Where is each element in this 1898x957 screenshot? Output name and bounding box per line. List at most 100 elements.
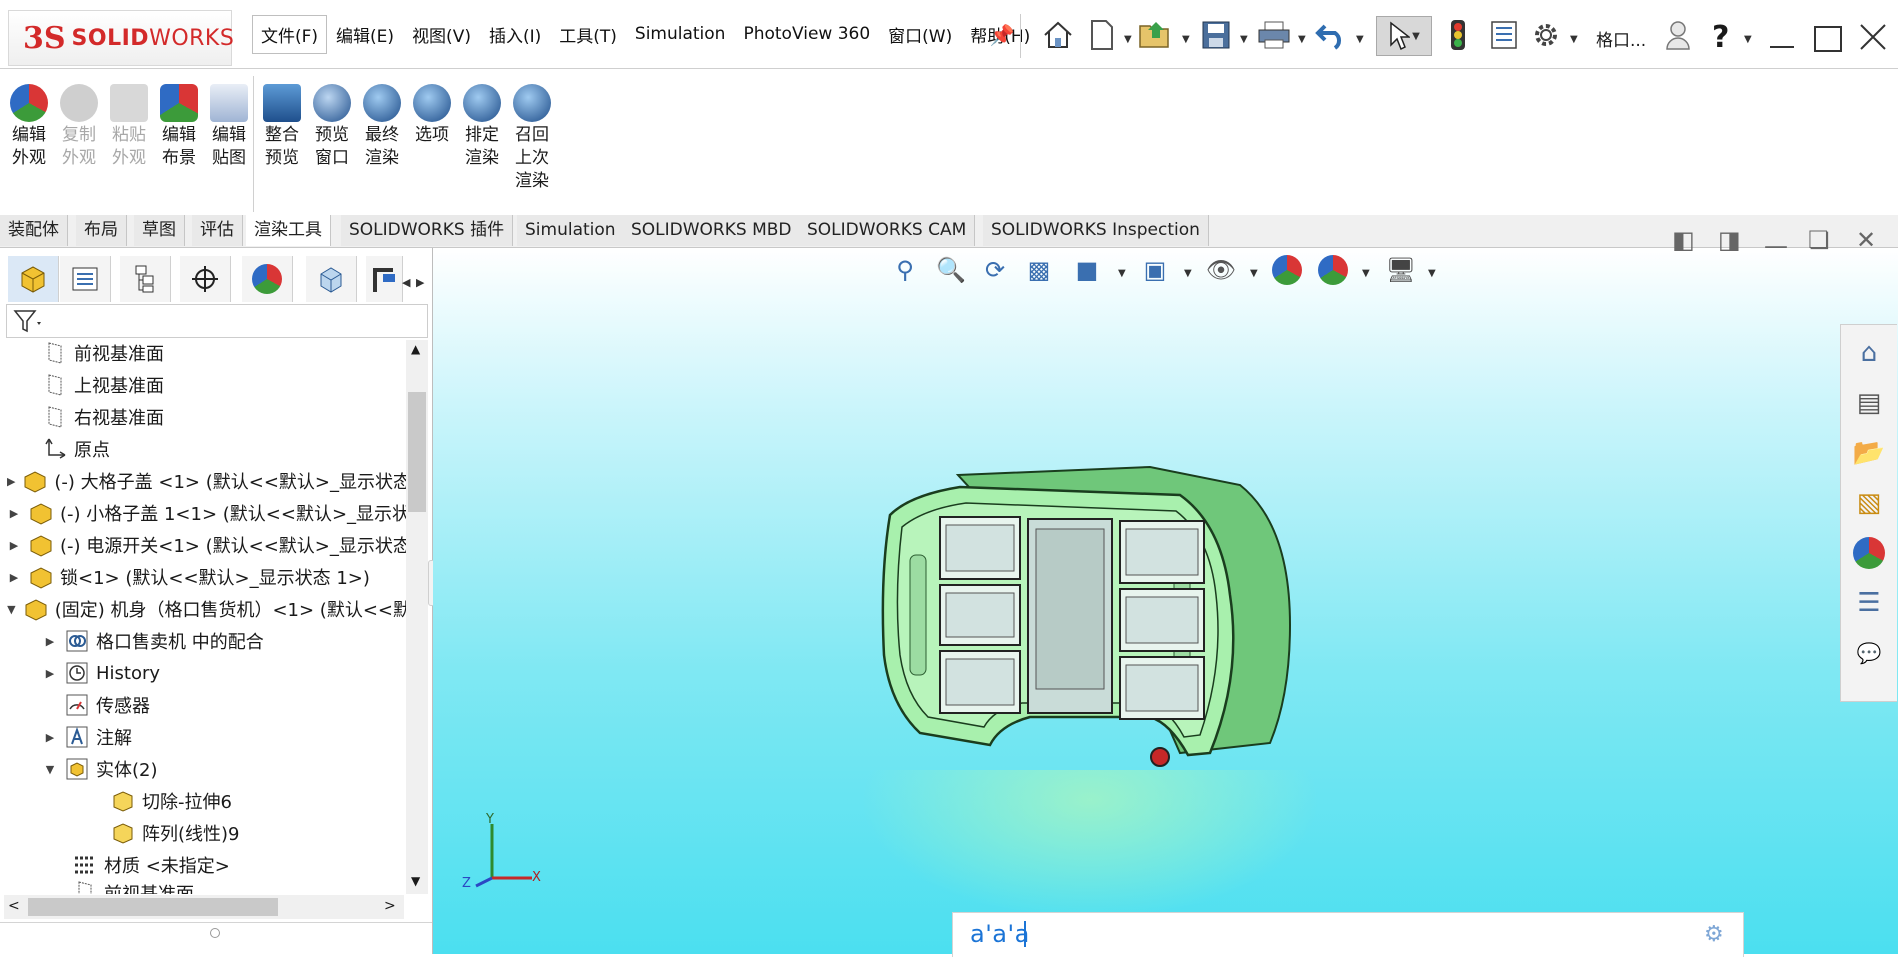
zoom-to-fit-icon[interactable]: ⚲ <box>888 252 922 288</box>
expand-arrow-icon[interactable]: ▶ <box>6 507 22 520</box>
menu-edit[interactable]: 编辑(E) <box>327 22 403 47</box>
display-style-icon[interactable]: ▣ <box>1138 252 1172 288</box>
custom-properties-icon[interactable]: ☰ <box>1846 580 1892 626</box>
preview-window-button[interactable]: 预览 窗口 <box>308 84 356 170</box>
select-dropdown-icon[interactable]: ▼ <box>1412 31 1420 42</box>
search-input[interactable]: a'a'a <box>970 920 1030 948</box>
display-manager-tab-icon[interactable] <box>242 256 293 302</box>
search-settings-icon[interactable]: ⚙ <box>1704 922 1724 947</box>
cam-operation-tree-tab-icon[interactable] <box>366 256 403 302</box>
expand-arrow-icon[interactable]: ▶ <box>6 571 22 584</box>
save-dropdown-icon[interactable]: ▼ <box>1240 34 1248 45</box>
menu-tools[interactable]: 工具(T) <box>550 22 626 47</box>
tab-evaluate[interactable]: 评估 <box>192 215 243 246</box>
doc-restore-icon[interactable]: ❏ <box>1808 226 1830 254</box>
expand-arrow-icon[interactable]: ▶ <box>6 539 22 552</box>
tree-item-lock[interactable]: ▶ 锁<1> (默认<<默认>_显示状态 1>) <box>0 561 411 593</box>
solidworks-resources-icon[interactable]: ⌂ <box>1846 330 1892 376</box>
tree-item-right-plane[interactable]: 右视基准面 <box>0 401 425 433</box>
final-render-button[interactable]: 最终 渲染 <box>358 84 406 170</box>
tree-item-small-lid[interactable]: ▶ (-) 小格子盖 1<1> (默认<<默认>_显示状 <box>0 497 411 529</box>
schedule-render-button[interactable]: 排定 渲染 <box>458 84 506 170</box>
design-library-icon[interactable]: ▤ <box>1846 380 1892 426</box>
file-explorer-icon[interactable]: 📂 <box>1846 430 1892 476</box>
dimxpert-manager-tab-icon[interactable] <box>180 256 231 302</box>
print-dropdown-icon[interactable]: ▼ <box>1298 34 1306 45</box>
tree-item-material[interactable]: 材质 <未指定> <box>0 849 455 881</box>
hide-show-items-icon[interactable]: 👁 <box>1204 252 1238 288</box>
options-gear-icon[interactable] <box>1528 18 1564 52</box>
panel-tabs-scroll-left-icon[interactable]: ◀ <box>402 276 410 289</box>
collapse-arrow-icon[interactable]: ▼ <box>6 603 17 616</box>
tab-solidworks-cam[interactable]: SOLIDWORKS CAM <box>799 215 976 246</box>
scroll-left-icon[interactable]: < <box>8 898 20 914</box>
vending-machine-model[interactable] <box>850 455 1370 800</box>
tab-simulation[interactable]: Simulation <box>517 215 625 246</box>
help-dropdown-icon[interactable]: ▼ <box>1744 34 1752 45</box>
hide-show-dropdown-icon[interactable]: ▼ <box>1250 268 1258 279</box>
restore-left-icon[interactable]: ◧ <box>1672 226 1695 254</box>
collapse-arrow-icon[interactable]: ▼ <box>42 763 58 776</box>
minimize-window-icon[interactable] <box>1770 46 1794 48</box>
save-icon[interactable] <box>1198 18 1234 52</box>
tree-item-origin[interactable]: 原点 <box>0 433 425 465</box>
user-account-icon[interactable] <box>1660 18 1696 52</box>
options-dropdown-icon[interactable]: ▼ <box>1570 34 1578 45</box>
tab-layout[interactable]: 布局 <box>76 215 127 246</box>
view-settings-icon[interactable]: 🖥 <box>1384 252 1418 288</box>
render-options-button[interactable]: 选项 <box>408 84 456 147</box>
tree-item-front-plane[interactable]: 前视基准面 <box>0 337 425 369</box>
print-icon[interactable] <box>1256 18 1292 52</box>
zoom-to-area-icon[interactable]: 🔍 <box>934 252 968 288</box>
edit-scene-button[interactable]: 编辑 布景 <box>155 84 203 170</box>
undo-dropdown-icon[interactable]: ▼ <box>1356 34 1364 45</box>
file-properties-icon[interactable] <box>1486 18 1522 52</box>
previous-view-icon[interactable]: ⟳ <box>978 252 1012 288</box>
edit-appearance-hud-icon[interactable] <box>1270 252 1304 288</box>
close-window-icon[interactable] <box>1858 22 1888 52</box>
tree-filter-box[interactable] <box>6 304 428 338</box>
tree-item-solid-bodies[interactable]: ▼ 实体(2) <box>0 753 447 785</box>
tab-assembly[interactable]: 装配体 <box>0 215 68 246</box>
panel-tabs-scroll-right-icon[interactable]: ▶ <box>416 276 424 289</box>
paste-appearance-button[interactable]: 粘贴 外观 <box>105 84 153 170</box>
undo-icon[interactable] <box>1314 18 1350 52</box>
new-document-icon[interactable] <box>1084 18 1120 52</box>
command-search-box[interactable] <box>952 912 1744 957</box>
apply-scene-icon[interactable] <box>1316 252 1350 288</box>
tab-solidworks-mbd[interactable]: SOLIDWORKS MBD <box>623 215 801 246</box>
display-style-dropdown-icon[interactable]: ▼ <box>1184 268 1192 279</box>
menu-window[interactable]: 窗口(W) <box>879 22 961 47</box>
apply-scene-dropdown-icon[interactable]: ▼ <box>1362 268 1370 279</box>
menu-file[interactable]: 文件(F) <box>252 14 328 54</box>
tree-vertical-scroll-thumb[interactable] <box>408 392 426 512</box>
tree-item-history[interactable]: ▶ History <box>0 657 447 689</box>
property-manager-tab-icon[interactable] <box>60 256 111 302</box>
integrated-preview-button[interactable]: 整合 预览 <box>258 84 306 170</box>
home-icon[interactable] <box>1040 18 1076 52</box>
solidworks-logo[interactable]: 3S SOLIDWORKS <box>8 10 234 66</box>
filter-icon[interactable] <box>13 308 43 339</box>
expand-arrow-icon[interactable]: ▶ <box>42 667 58 680</box>
edit-appearance-button[interactable]: 编辑 外观 <box>5 84 53 170</box>
menu-simulation[interactable]: Simulation <box>626 24 735 44</box>
menu-view[interactable]: 视图(V) <box>403 22 480 47</box>
view-orientation-icon[interactable]: ■ <box>1070 252 1104 288</box>
edit-decal-button[interactable]: 编辑 贴图 <box>205 84 253 170</box>
view-orientation-dropdown-icon[interactable]: ▼ <box>1118 268 1126 279</box>
appearances-scenes-icon[interactable] <box>1846 530 1892 576</box>
expand-arrow-icon[interactable]: ▶ <box>6 475 16 488</box>
doc-minimize-icon[interactable]: — <box>1764 232 1788 260</box>
tab-render-tools[interactable]: 渲染工具 <box>246 215 331 246</box>
feature-manager-tab-icon[interactable] <box>8 256 59 302</box>
tree-item-large-lid[interactable]: ▶ (-) 大格子盖 <1> (默认<<默认>_显示状态 <box>0 465 411 497</box>
configuration-manager-tab-icon[interactable] <box>120 256 171 302</box>
open-icon[interactable] <box>1138 18 1174 52</box>
tree-horizontal-scroll-thumb[interactable] <box>28 898 278 916</box>
view-palette-icon[interactable]: ▧ <box>1846 480 1892 526</box>
menu-photoview[interactable]: PhotoView 360 <box>734 24 879 44</box>
tab-solidworks-inspection[interactable]: SOLIDWORKS Inspection <box>983 215 1209 246</box>
tree-item-sensors[interactable]: 传感器 <box>0 689 447 721</box>
cam-feature-tree-tab-icon[interactable] <box>306 256 357 302</box>
tab-solidworks-addins[interactable]: SOLIDWORKS 插件 <box>341 215 514 246</box>
